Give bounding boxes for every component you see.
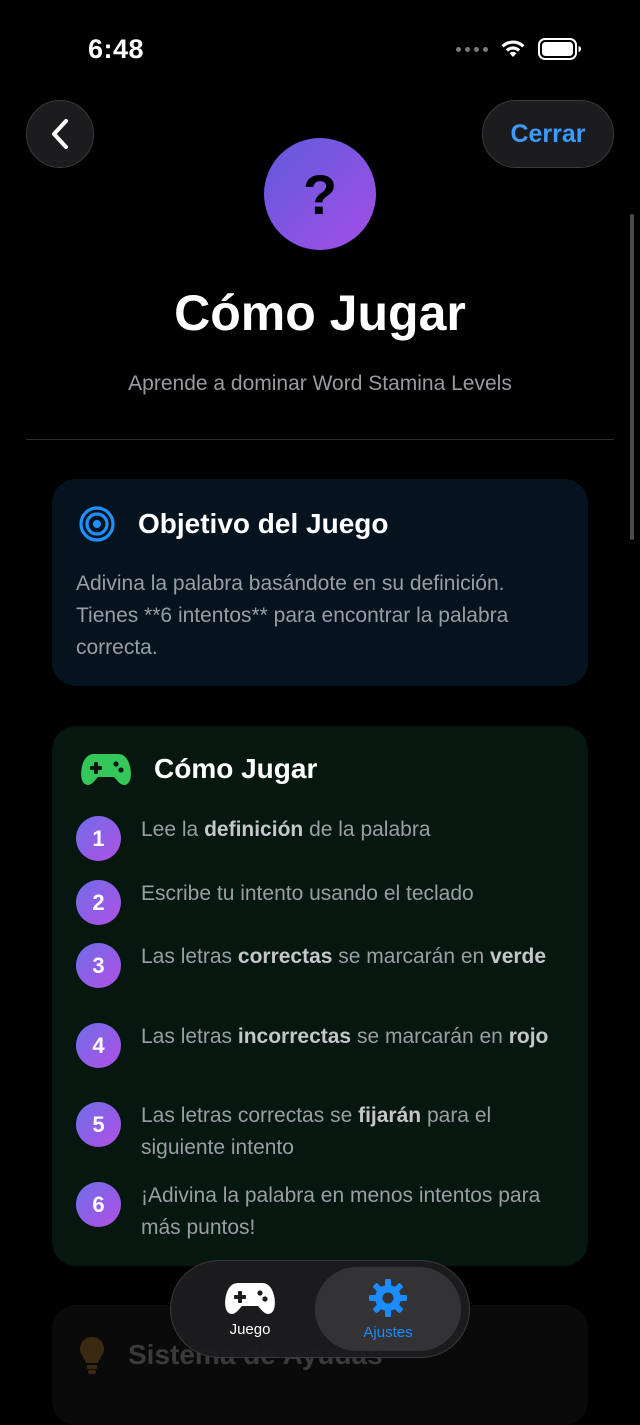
step-number: 1 — [76, 816, 121, 861]
gear-icon — [369, 1278, 407, 1317]
tab-bar: Juego Ajustes — [170, 1260, 470, 1358]
target-icon — [79, 506, 115, 542]
status-bar: 6:48 — [0, 0, 640, 100]
wifi-icon — [501, 40, 525, 57]
page-title: Cómo Jugar — [174, 285, 466, 341]
page-subtitle: Aprende a dominar Word Stamina Levels — [128, 372, 512, 395]
gamepad-icon — [225, 1282, 275, 1314]
how-to-play-card: Cómo Jugar 1 Lee la definición de la pal… — [52, 726, 588, 1266]
step-4: 4 Las letras incorrectas se marcarán en … — [76, 1021, 566, 1068]
objective-header: Objetivo del Juego — [78, 505, 388, 543]
status-icons — [456, 38, 582, 60]
objective-title: Objetivo del Juego — [138, 508, 389, 539]
tab-ajustes-label: Ajustes — [363, 1323, 413, 1341]
header-divider — [26, 439, 614, 440]
step-5: 5 Las letras correctas se fijarán para e… — [76, 1100, 566, 1164]
tab-juego[interactable]: Juego — [177, 1267, 323, 1351]
signal-dots-icon — [456, 46, 488, 52]
step-number: 2 — [76, 880, 121, 925]
close-button[interactable]: Cerrar — [482, 100, 614, 168]
step-text: Las letras incorrectas se marcarán en ro… — [141, 1025, 549, 1048]
step-text: Escribe tu intento usando el teclado — [141, 882, 474, 905]
objective-text: Adivina la palabra basándote en su defin… — [76, 572, 509, 659]
step-6: 6 ¡Adivina la palabra en menos intentos … — [76, 1180, 566, 1244]
step-text: Las letras correctas se fijarán para el … — [141, 1104, 492, 1159]
step-number: 4 — [76, 1023, 121, 1068]
back-button[interactable] — [26, 100, 94, 168]
battery-icon — [538, 38, 581, 60]
how-to-play-header: Cómo Jugar — [80, 752, 317, 786]
step-2: 2 Escribe tu intento usando el teclado — [76, 878, 566, 925]
status-time: 6:48 — [88, 34, 145, 64]
gamepad-icon — [81, 754, 131, 785]
step-text: Las letras correctas se marcarán en verd… — [141, 945, 547, 968]
step-1: 1 Lee la definición de la palabra — [76, 814, 566, 861]
chevron-left-icon — [52, 119, 68, 149]
tab-juego-label: Juego — [229, 1320, 271, 1338]
step-number: 3 — [76, 943, 121, 988]
step-3: 3 Las letras correctas se marcarán en ve… — [76, 941, 566, 988]
scroll-indicator[interactable] — [630, 214, 634, 540]
step-text: ¡Adivina la palabra en menos intentos pa… — [141, 1184, 541, 1239]
step-text: Lee la definición de la palabra — [141, 818, 431, 841]
step-number: 5 — [76, 1102, 121, 1147]
lightbulb-icon — [80, 1337, 104, 1374]
help-icon: ? — [264, 138, 376, 250]
tab-ajustes[interactable]: Ajustes — [315, 1267, 461, 1351]
how-to-play-title: Cómo Jugar — [154, 753, 318, 784]
step-number: 6 — [76, 1182, 121, 1227]
objective-card: Objetivo del Juego Adivina la palabra ba… — [52, 479, 588, 686]
